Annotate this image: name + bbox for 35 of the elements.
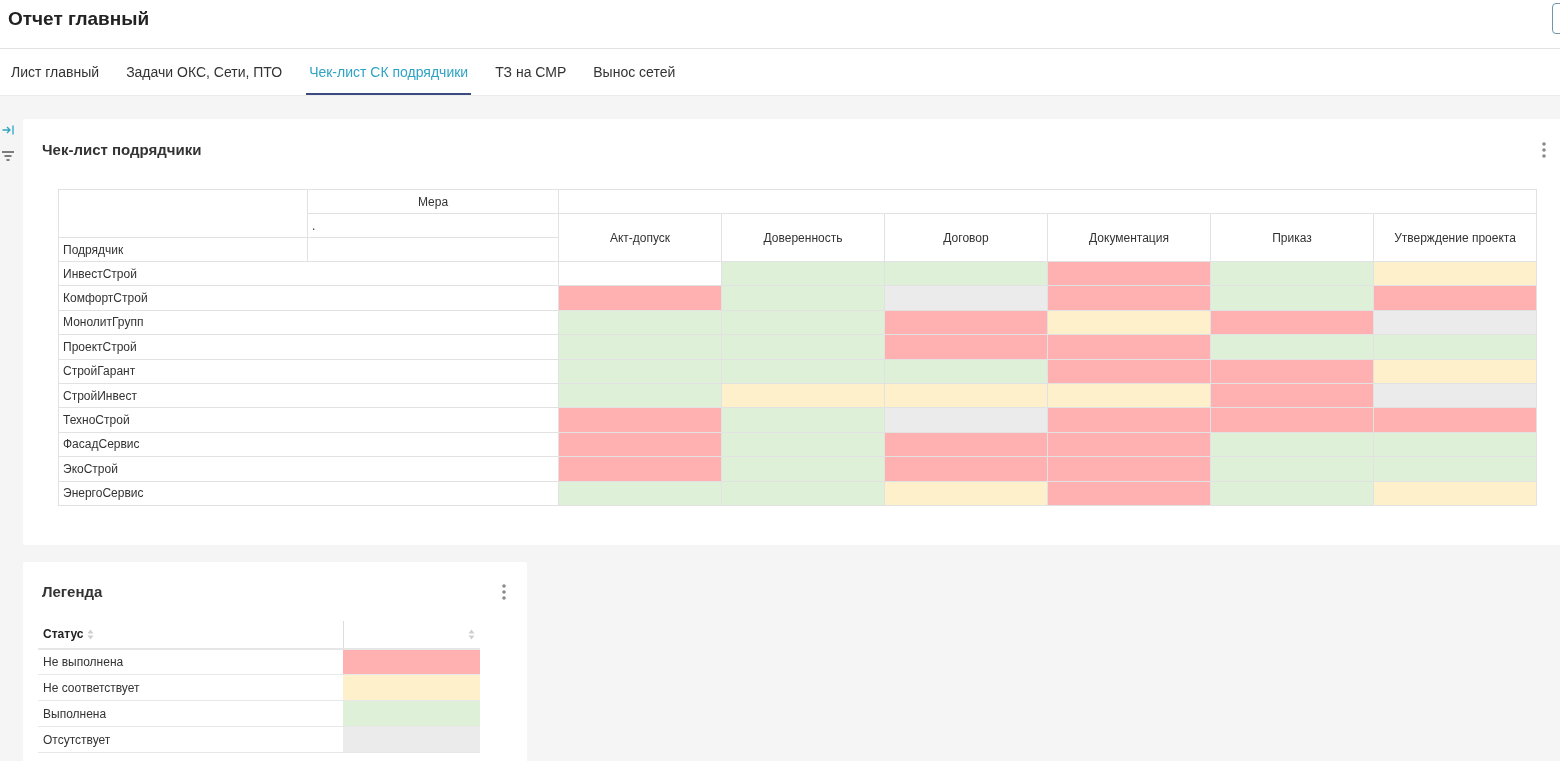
column-header: Статус [43, 627, 84, 642]
column-header: Утверждение проекта [1373, 213, 1537, 262]
column-header: Приказ [1210, 213, 1374, 262]
column-header: . [307, 213, 559, 238]
row-header: СтройИнвест [58, 383, 559, 408]
table-cell: Не соответствует [38, 674, 343, 701]
row-header: СтройГарант [58, 359, 559, 384]
tab[interactable]: ТЗ на СМР [492, 49, 570, 95]
tab[interactable]: Лист главный [8, 49, 103, 95]
tab[interactable]: Задачи ОКС, Сети, ПТО [123, 49, 286, 95]
row-header: ЭкоСтрой [58, 456, 559, 481]
column-header: Мера [307, 189, 559, 214]
column-header: Документация [1047, 213, 1211, 262]
row-header: КомфортСтрой [58, 285, 559, 311]
panel-title: Чек-лист подрядчики [42, 140, 202, 160]
collapse-icon[interactable] [2, 125, 14, 135]
page-title: Отчет главный [8, 7, 150, 31]
row-header: ПроектСтрой [58, 334, 559, 360]
row-header: ЭнергоСервис [58, 481, 559, 506]
column-header: Доверенность [721, 213, 885, 262]
column-header: Договор [884, 213, 1048, 262]
column-header: Подрядчик [58, 237, 308, 262]
filter-icon[interactable] [2, 151, 14, 161]
row-header: ТехноСтрой [58, 407, 559, 433]
row-header: МонолитГрупп [58, 310, 559, 335]
column-header: Акт-допуск [558, 213, 722, 262]
tab[interactable]: Вынос сетей [590, 49, 679, 95]
more-icon[interactable] [502, 583, 506, 600]
panel-title: Легенда [42, 581, 103, 602]
table-cell: Выполнена [38, 700, 343, 727]
row-header: ФасадСервис [58, 432, 559, 457]
table-cell: Отсутствует [38, 726, 343, 753]
table-cell: Не выполнена [38, 648, 343, 675]
row-header: ИнвестСтрой [58, 261, 559, 286]
more-icon[interactable] [1542, 142, 1546, 158]
